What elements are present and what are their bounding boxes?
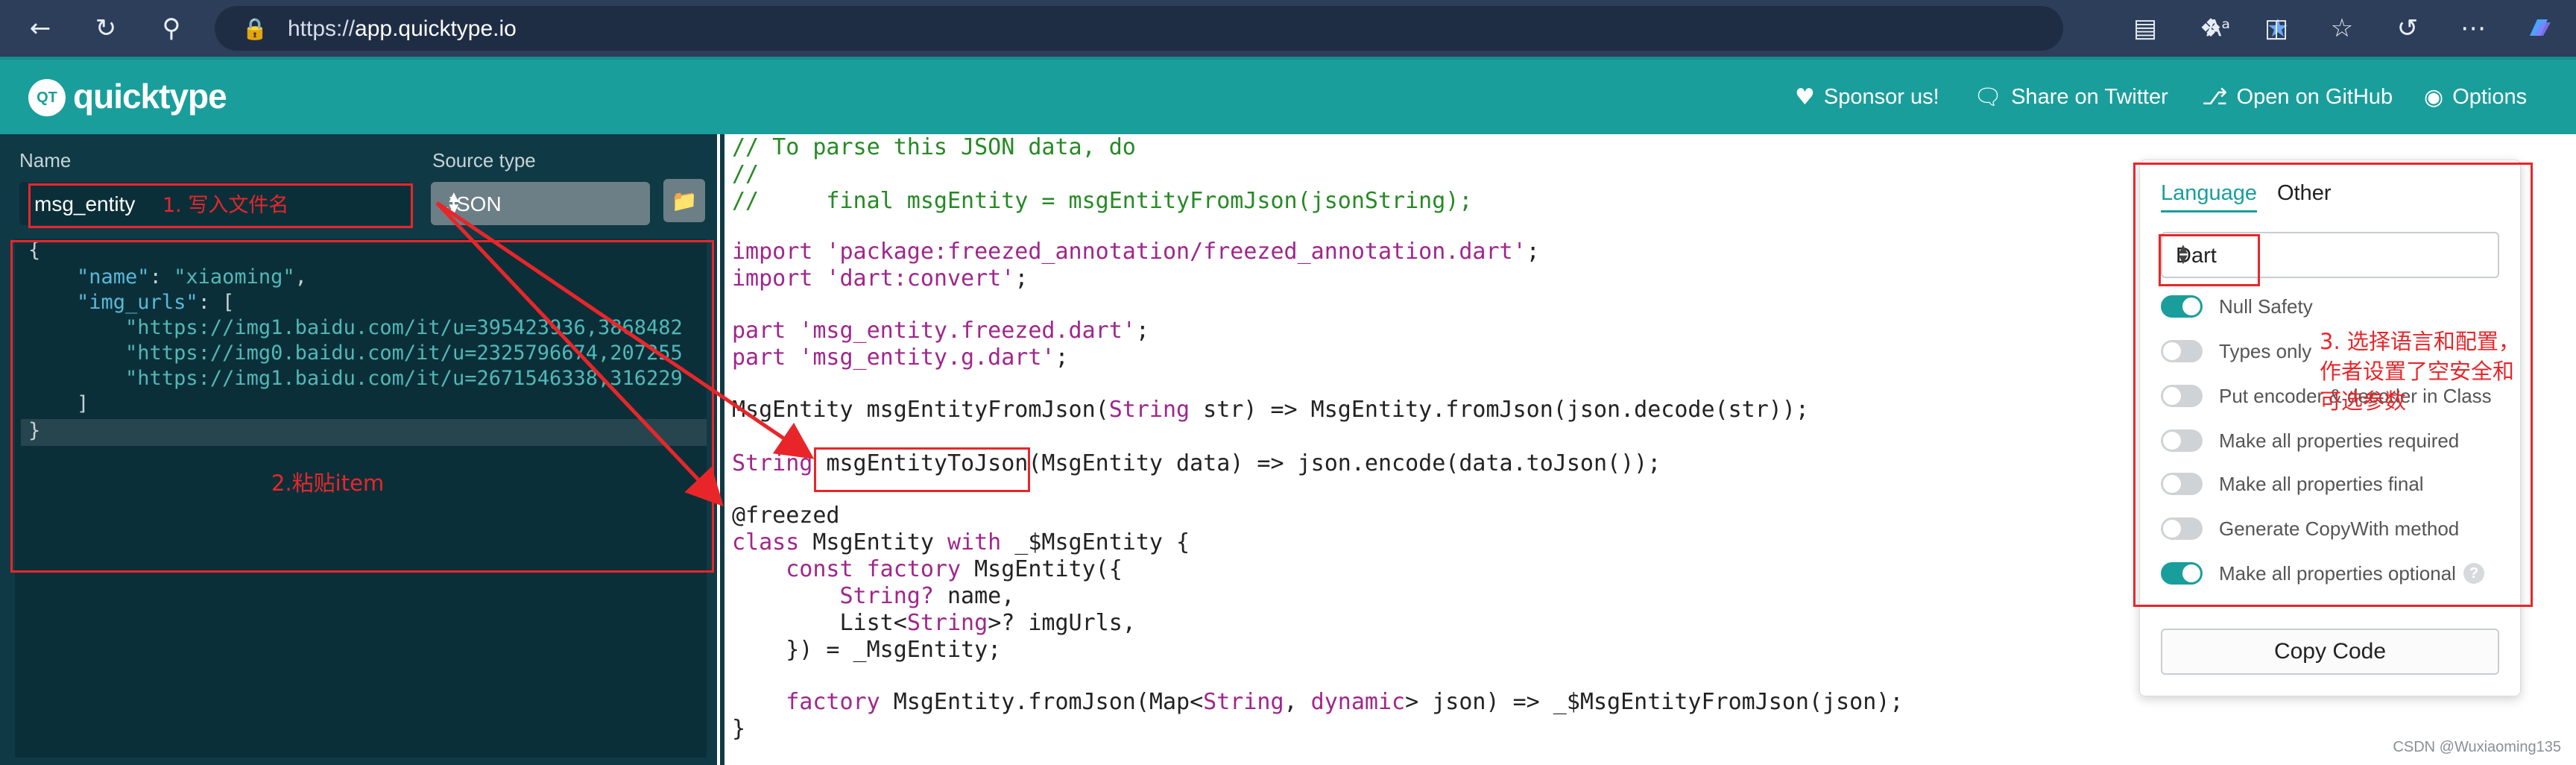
arrow-to-function [435,201,815,459]
annotation-arrows [435,201,815,507]
arrow-to-code [435,201,724,507]
watermark: CSDN @Wuxiaoming135 [2393,739,2561,755]
